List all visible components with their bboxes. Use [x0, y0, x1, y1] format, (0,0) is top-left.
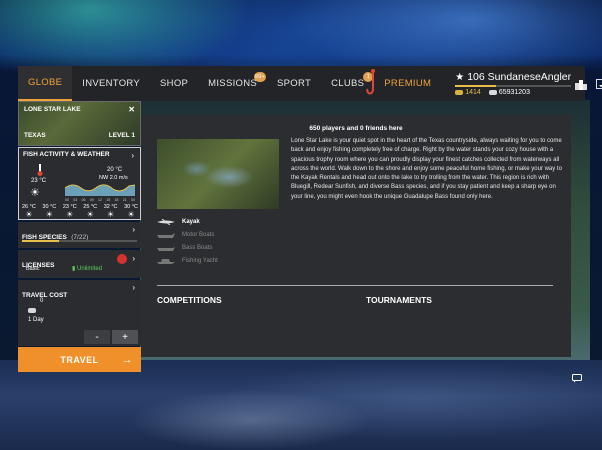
daily-forecast: 26 °C ☀ 30 °C ☀ 23 °C ☀ 25 °C ☀ 32 °C ☀ 30 °C… — [22, 204, 138, 219]
sun-icon: ☀ — [25, 210, 33, 219]
lake-card[interactable]: LONE STAR LAKE ✕ TEXAS LEVEL 1 — [18, 101, 141, 146]
xp-progress-bar — [455, 85, 572, 87]
silver-amount: 65931203 — [498, 89, 530, 96]
sun-icon: ☀ — [86, 210, 94, 219]
hook-icon — [366, 69, 375, 95]
motor-boat-icon — [157, 232, 175, 238]
travel-button[interactable]: TRAVEL → — [18, 347, 141, 372]
licenses-panel[interactable]: LICENSES › Basic ▮ Unlimited — [18, 250, 141, 278]
lake-state: TEXAS — [24, 132, 46, 139]
forecast-day: 30 °C ☀ — [124, 204, 138, 219]
fish-species-panel[interactable]: FISH SPECIES (7/22) › — [18, 222, 141, 248]
gold-amount: 1414 — [465, 89, 481, 96]
boat-item-kayak: Kayak — [157, 215, 277, 228]
license-status: ▮ Unlimited — [72, 266, 102, 272]
tab-missions[interactable]: MISSIONS 99+ — [198, 66, 267, 101]
bass-boat-icon — [157, 246, 175, 251]
tab-shop[interactable]: SHOP — [150, 66, 198, 101]
lake-level: LEVEL 1 — [108, 132, 135, 139]
travel-cost-value: 0 — [40, 298, 44, 304]
license-icon: ▮ — [72, 266, 76, 272]
license-type: Basic — [26, 266, 40, 272]
forecast-day: 32 °C ☀ — [103, 204, 118, 219]
lake-name: LONE STAR LAKE — [24, 106, 81, 113]
boat-icon[interactable] — [593, 73, 602, 95]
thermometer-icon — [37, 164, 43, 176]
gold-coin-icon — [455, 90, 464, 95]
water-temp: 20 °C — [107, 167, 123, 173]
boat-item-motor: Motor Boats — [157, 228, 277, 241]
sun-icon: ☀ — [30, 187, 40, 199]
travel-days: 1 Day — [28, 317, 44, 323]
star-icon: ★ — [455, 71, 465, 83]
chevron-right-icon: › — [132, 283, 135, 292]
travel-cost-title: TRAVEL COST — [22, 292, 68, 299]
player-info[interactable]: ★ 106 SundaneseAngler 1414 65931203 — [455, 71, 572, 96]
sun-icon: ☀ — [107, 210, 115, 219]
hour-axis: 00 03 06 09 12 15 18 21 00 — [65, 198, 135, 202]
days-minus-button[interactable]: - — [84, 330, 110, 344]
current-temp: 23 °C — [31, 178, 47, 184]
fish-activity-weather-panel[interactable]: FISH ACTIVITY & WEATHER › 23 °C ☀ 20 °C … — [18, 147, 141, 220]
competitions-heading[interactable]: COMPETITIONS — [157, 295, 222, 305]
boat-item-yacht: Fishing Yacht — [157, 254, 277, 267]
section-divider — [157, 285, 553, 286]
players-count: 650 players and 0 friends here — [309, 125, 403, 132]
tab-inventory[interactable]: INVENTORY — [72, 66, 150, 101]
lake-photo — [157, 139, 279, 209]
license-alert-icon — [117, 254, 127, 264]
chevron-right-icon: › — [131, 151, 134, 160]
top-nav-bar: GLOBE INVENTORY SHOP MISSIONS 99+ SPORT C… — [18, 66, 602, 101]
forecast-day: 26 °C ☀ — [22, 204, 36, 219]
chat-icon[interactable] — [572, 374, 582, 383]
species-progress-bar — [22, 240, 137, 242]
app-window: GLOBE INVENTORY SHOP MISSIONS 99+ SPORT C… — [18, 66, 602, 372]
left-panel: LONE STAR LAKE ✕ TEXAS LEVEL 1 FISH ACTI… — [18, 101, 141, 372]
tab-sport[interactable]: SPORT — [267, 66, 321, 101]
travel-cost-panel: TRAVEL COST › 0 1 Day - + — [18, 280, 141, 346]
sun-icon: ☀ — [66, 210, 74, 219]
missions-badge: 99+ — [253, 72, 267, 82]
lake-details-panel: 650 players and 0 friends here Lone Star… — [141, 115, 571, 357]
lake-description: Lone Star Lake is your quiet spot in the… — [291, 138, 562, 200]
sea-background — [0, 360, 602, 450]
forecast-day: 30 °C ☀ — [42, 204, 57, 219]
boat-item-bass: Bass Boats — [157, 241, 277, 254]
player-name: SundaneseAngler — [487, 71, 572, 83]
silver-coin-icon — [488, 90, 497, 95]
tab-globe[interactable]: GLOBE — [18, 66, 73, 101]
clubhouse-icon[interactable] — [571, 73, 591, 95]
kayak-icon — [157, 218, 175, 225]
fish-activity-title: FISH ACTIVITY & WEATHER — [23, 151, 110, 158]
boat-list: Kayak Motor Boats Bass Boats Fishing Yac… — [157, 215, 277, 267]
chevron-right-icon: › — [132, 225, 135, 234]
fish-activity-graph — [65, 184, 135, 196]
close-icon[interactable]: ✕ — [128, 105, 135, 114]
forecast-day: 25 °C ☀ — [83, 204, 98, 219]
silver-coin-icon — [28, 300, 36, 318]
chevron-right-icon: › — [132, 254, 135, 263]
tournaments-heading[interactable]: TOURNAMENTS — [366, 295, 432, 305]
tab-premium[interactable]: PREMIUM — [374, 66, 441, 101]
arrow-right-icon: → — [121, 353, 133, 366]
days-plus-button[interactable]: + — [112, 330, 138, 344]
sun-icon: ☀ — [45, 210, 53, 219]
player-level: 106 — [467, 71, 485, 83]
sun-icon: ☀ — [127, 210, 135, 219]
yacht-icon — [157, 258, 175, 264]
forecast-day: 23 °C ☀ — [62, 204, 77, 219]
